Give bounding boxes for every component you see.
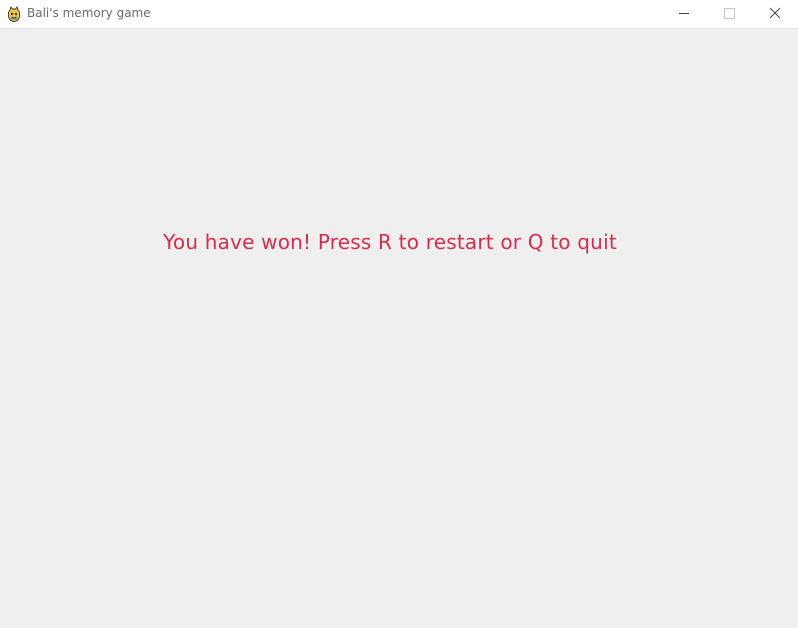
close-icon xyxy=(769,7,781,19)
window-title: Bali's memory game xyxy=(27,6,151,20)
minimize-icon xyxy=(679,13,689,14)
maximize-icon xyxy=(724,8,735,19)
title-bar[interactable]: Bali's memory game xyxy=(0,0,798,29)
app-window: Bali's memory game You have won! Press R… xyxy=(0,0,798,628)
app-icon xyxy=(7,6,21,22)
minimize-button[interactable] xyxy=(662,0,707,28)
maximize-button[interactable] xyxy=(707,0,752,28)
close-button[interactable] xyxy=(753,0,798,28)
win-message: You have won! Press R to restart or Q to… xyxy=(163,230,617,254)
game-canvas[interactable]: You have won! Press R to restart or Q to… xyxy=(0,29,798,628)
